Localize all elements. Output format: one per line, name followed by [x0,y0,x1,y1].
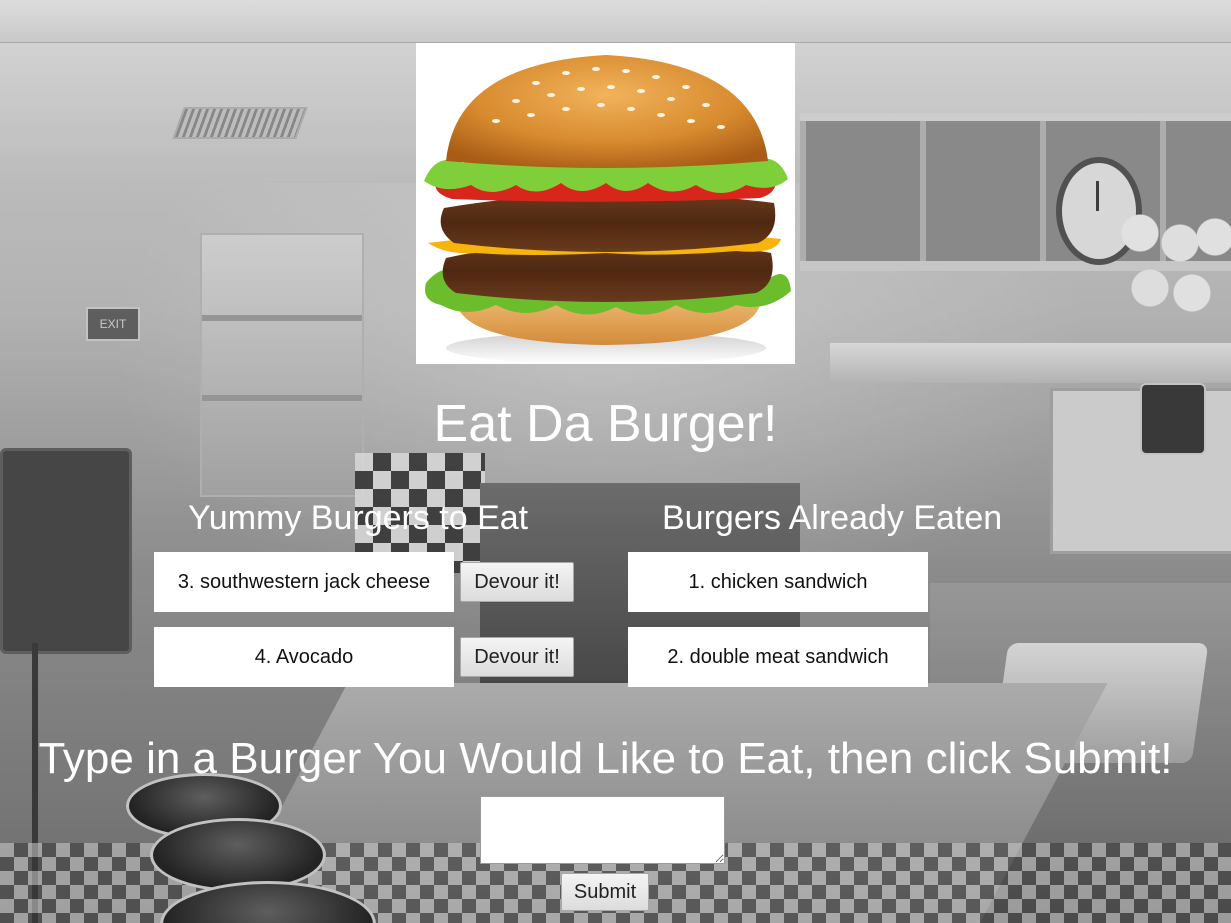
to-eat-item: 4. Avocado [154,627,454,687]
devour-button[interactable]: Devour it! [460,562,574,602]
to-eat-item: 3. southwestern jack cheese [154,552,454,612]
burger-illustration [424,55,791,364]
page-content: Eat Da Burger! Yummy Burgers to Eat Burg… [0,0,1231,923]
page-title: Eat Da Burger! [433,395,778,453]
devour-button[interactable]: Devour it! [460,637,574,677]
eaten-heading: Burgers Already Eaten [662,499,1003,537]
burger-image [416,43,795,364]
eaten-item: 2. double meat sandwich [628,627,928,687]
eaten-item: 1. chicken sandwich [628,552,928,612]
to-eat-heading: Yummy Burgers to Eat [188,499,529,537]
submit-prompt: Type in a Burger You Would Like to Eat, … [38,734,1173,783]
browser-top-bar [0,0,1231,43]
submit-button[interactable]: Submit [561,873,649,911]
burger-name-input[interactable] [480,796,725,864]
